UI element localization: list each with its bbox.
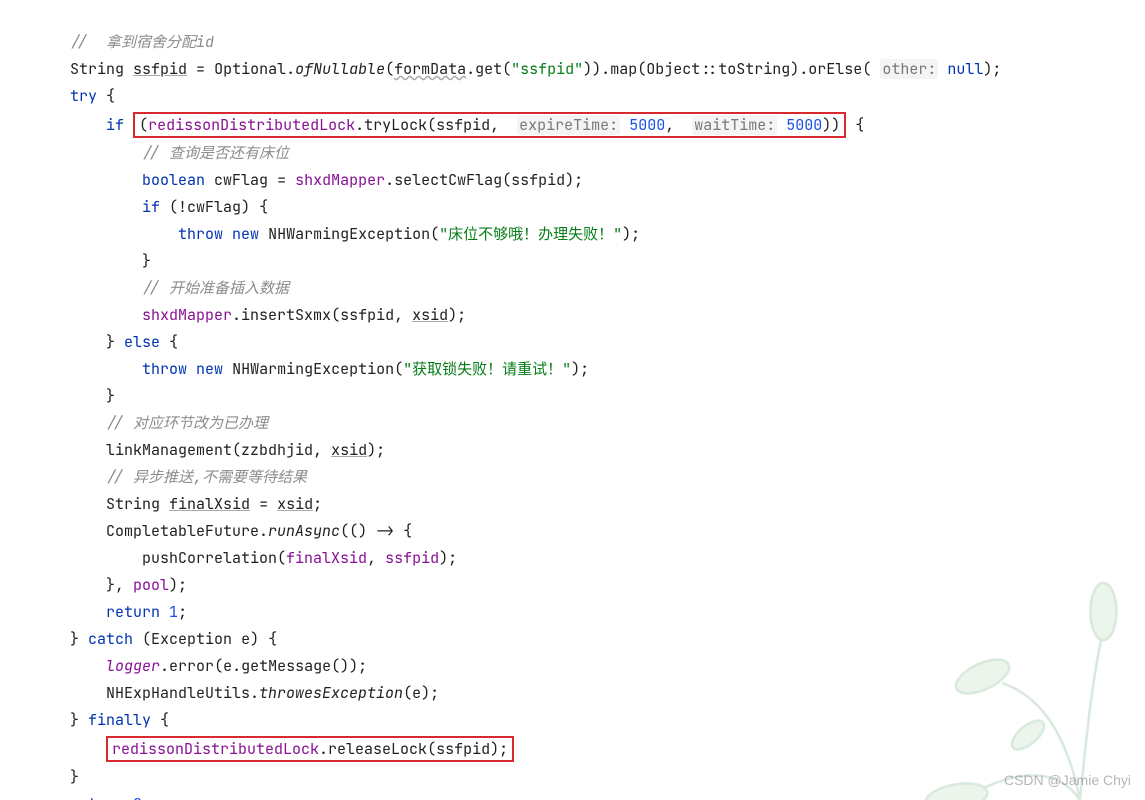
comment-line: // 开始准备插入数据 bbox=[142, 278, 289, 298]
comment-line: // 拿到宿舍分配id bbox=[70, 32, 214, 52]
code-block: // 拿到宿舍分配id String ssfpid = Optional.ofN… bbox=[0, 0, 1145, 800]
comment-line: // 异步推送,不需要等待结果 bbox=[106, 467, 307, 487]
highlight-releaselock: redissonDistributedLock.releaseLock(ssfp… bbox=[106, 736, 514, 762]
highlight-trylock: (redissonDistributedLock.tryLock(ssfpid,… bbox=[133, 112, 846, 138]
comment-line: // 对应环节改为已办理 bbox=[106, 413, 268, 433]
comment-line: // 查询是否还有床位 bbox=[142, 143, 289, 163]
